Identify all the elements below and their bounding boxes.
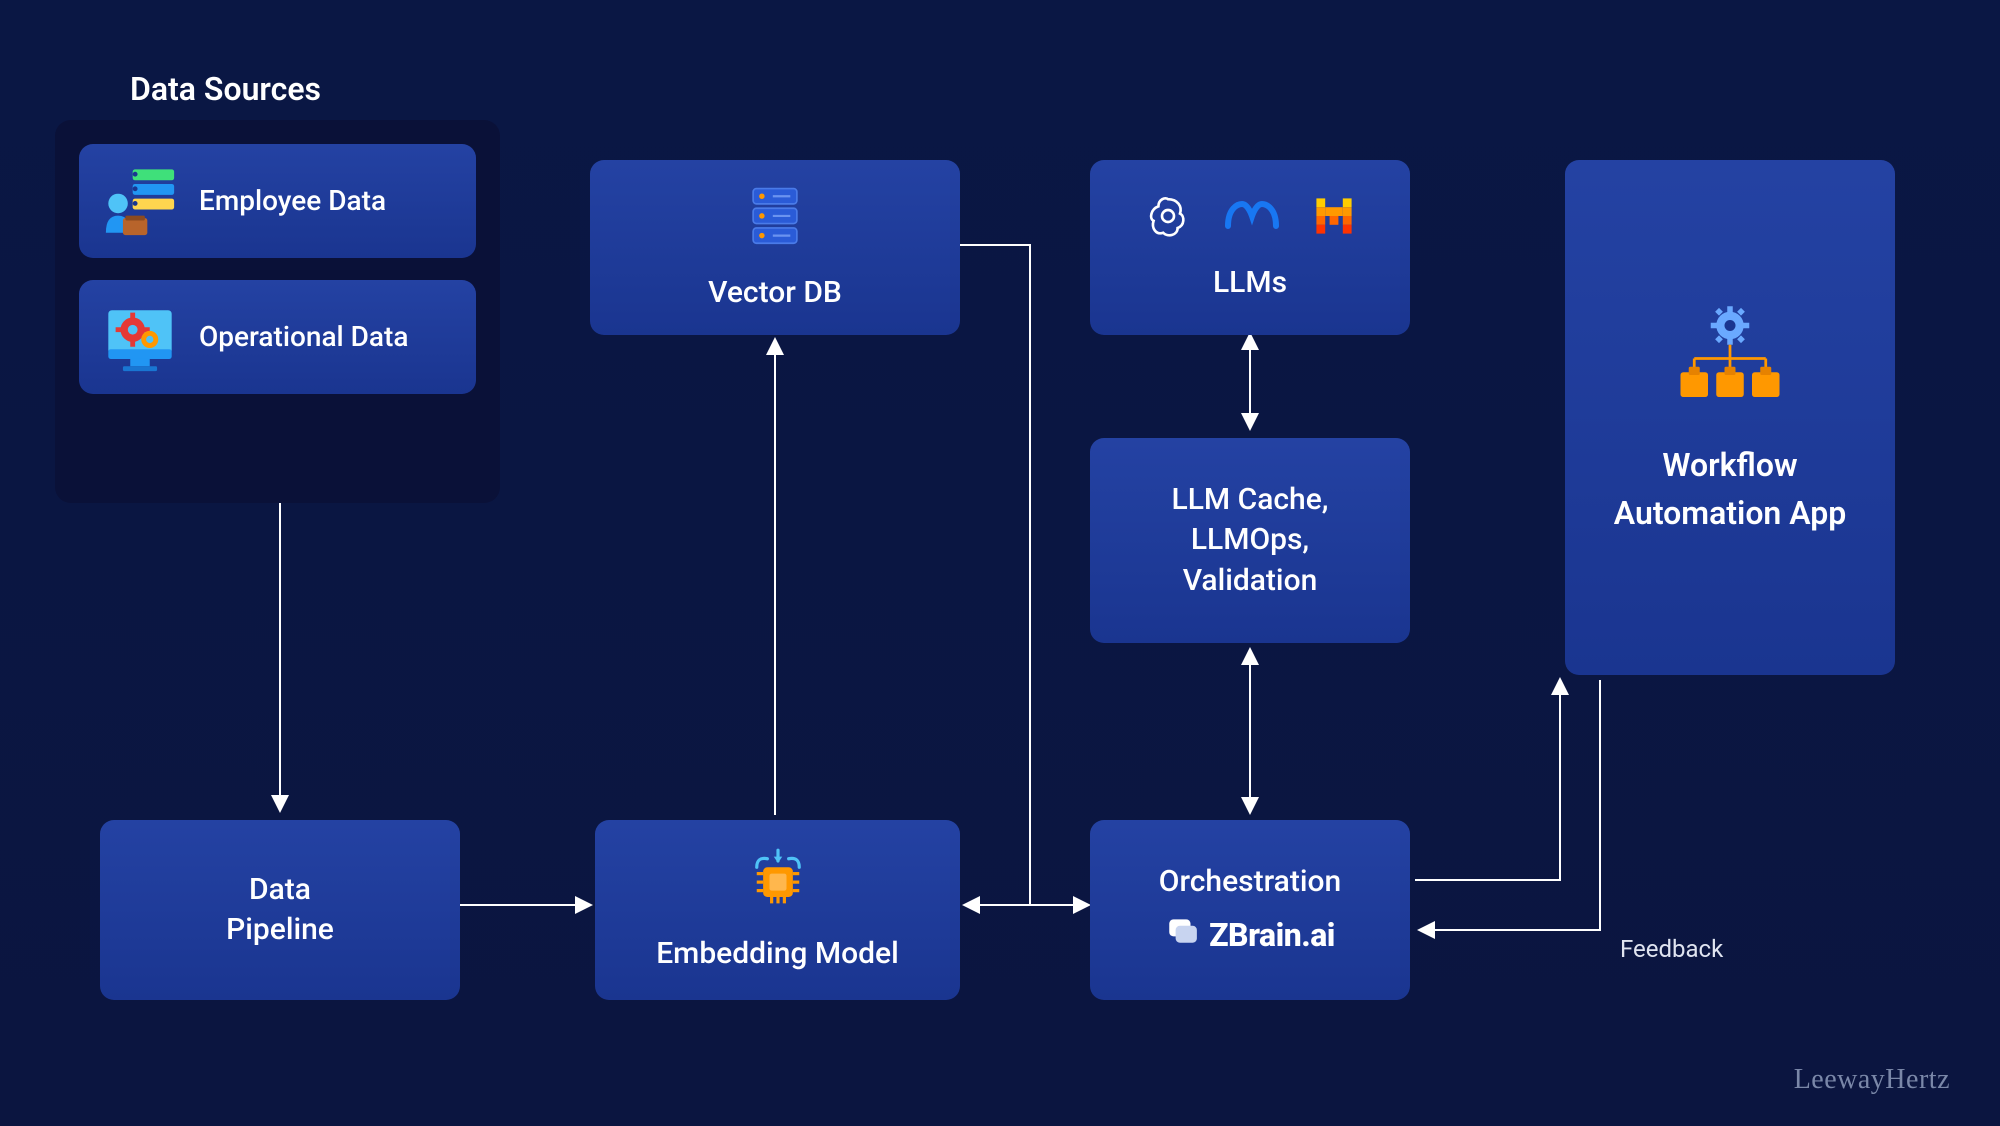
llm-cache-label: LLM Cache, LLMOps, Validation bbox=[1172, 480, 1329, 602]
zbrain-brand: ZBrain.ai bbox=[1209, 914, 1335, 957]
operational-data-label: Operational Data bbox=[199, 319, 408, 355]
embedding-model-node: Embedding Model bbox=[595, 820, 960, 1000]
chip-icon bbox=[744, 846, 812, 926]
openai-icon bbox=[1144, 192, 1192, 252]
employee-data-label: Employee Data bbox=[199, 183, 386, 219]
watermark: LeewayHertz bbox=[1794, 1064, 1950, 1096]
workflow-app-label: Workflow Automation App bbox=[1565, 441, 1895, 537]
zbrain-logo-icon bbox=[1165, 913, 1199, 959]
embedding-model-label: Embedding Model bbox=[656, 934, 899, 975]
llm-cache-node: LLM Cache, LLMOps, Validation bbox=[1090, 438, 1410, 643]
server-icon bbox=[740, 182, 810, 264]
mistral-icon bbox=[1312, 194, 1356, 250]
vector-db-label: Vector DB bbox=[708, 273, 842, 314]
llms-label: LLMs bbox=[1213, 263, 1287, 304]
workflow-icon bbox=[1675, 298, 1785, 420]
operational-data-icon bbox=[101, 298, 179, 376]
operational-data-card: Operational Data bbox=[79, 280, 476, 394]
data-sources-title: Data Sources bbox=[130, 70, 321, 108]
employee-data-card: Employee Data bbox=[79, 144, 476, 258]
llms-node: LLMs bbox=[1090, 160, 1410, 335]
employee-data-icon bbox=[101, 162, 179, 240]
feedback-label: Feedback bbox=[1620, 935, 1723, 963]
vector-db-node: Vector DB bbox=[590, 160, 960, 335]
orchestration-node: Orchestration ZBrain.ai bbox=[1090, 820, 1410, 1000]
workflow-app-node: Workflow Automation App bbox=[1565, 160, 1895, 675]
orchestration-label: Orchestration bbox=[1159, 862, 1341, 903]
meta-icon bbox=[1222, 196, 1282, 248]
data-sources-container: Employee Data Operational Data bbox=[55, 120, 500, 503]
data-pipeline-label: Data Pipeline bbox=[226, 870, 334, 951]
data-pipeline-node: Data Pipeline bbox=[100, 820, 460, 1000]
